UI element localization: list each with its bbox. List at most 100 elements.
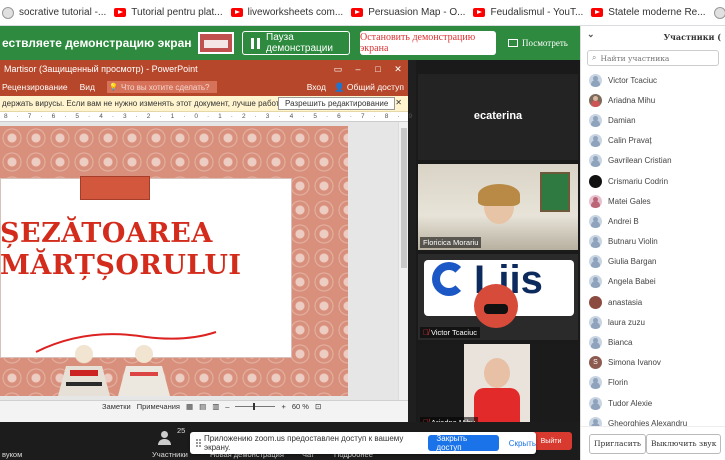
ruler-tick: · — [183, 113, 186, 120]
pause-share-button[interactable]: Пауза демонстрации — [242, 31, 350, 55]
share-thumbnail[interactable] — [198, 32, 234, 54]
fit-slide-icon[interactable]: ⊡ — [315, 402, 321, 411]
zoom-level[interactable]: 60 % — [292, 402, 309, 411]
tell-me-input[interactable]: Что вы хотите сделать? — [107, 81, 218, 93]
video-tile[interactable]: Floricica Morariu — [418, 164, 578, 250]
ruler-tick: · — [373, 113, 376, 120]
youtube-icon — [230, 8, 243, 17]
participant-name: Calin Pravaț — [608, 136, 652, 146]
participant-item[interactable]: Damian — [581, 110, 725, 130]
participant-name: Andrei B — [608, 216, 639, 226]
participant-item[interactable]: Ariadna Mihu — [581, 90, 725, 110]
maximize-icon[interactable]: □ — [368, 60, 388, 78]
restore-icon[interactable]: ▭ — [328, 60, 348, 78]
reading-view-icon[interactable]: ▥ — [212, 402, 219, 411]
sorter-view-icon[interactable]: ▤ — [199, 402, 206, 411]
ruler-tick: · — [278, 113, 281, 120]
participant-name: Victor Tcaciuc — [608, 75, 658, 85]
share-button[interactable]: 👤 Общий доступ — [334, 82, 404, 93]
bookmark-item[interactable]: socrative tutorial -... — [2, 6, 107, 19]
liis-logo-icon — [432, 262, 466, 296]
normal-view-icon[interactable]: ▦ — [186, 402, 193, 411]
signin-link[interactable]: Вход — [307, 82, 326, 92]
slide[interactable]: ȘEZĂTOAREA MĂRȚȘORULUI — [0, 126, 348, 396]
screen-share-notification: Приложению zoom.us предоставлен доступ к… — [190, 432, 536, 454]
participant-item[interactable]: Giulia Bargan — [581, 252, 725, 272]
notification-text: Приложению zoom.us предоставлен доступ к… — [204, 434, 404, 452]
video-tile[interactable]: 🎙̸Ariadna Mihu — [418, 344, 578, 430]
bookmark-item[interactable]: liveworksheets com... — [230, 7, 343, 18]
enable-editing-button[interactable]: Разрешить редактирование — [278, 97, 396, 110]
participants-button[interactable]: Участники — [152, 450, 188, 459]
tab-review[interactable]: Рецензирование — [2, 82, 68, 92]
zoom-slider[interactable] — [235, 403, 276, 410]
participant-item[interactable]: Victor Tcaciuc — [581, 70, 725, 90]
bookmark-item[interactable]: Persuasion Map - O... — [351, 7, 465, 18]
participant-item[interactable]: Matei Gales — [581, 191, 725, 211]
participant-name: Victor Tcaciuc — [431, 328, 477, 337]
bookmark-label: socrative tutorial -... — [19, 7, 107, 18]
ruler-tick: 1 — [170, 113, 175, 120]
search-input[interactable] — [600, 53, 711, 63]
zoom-out-icon[interactable]: – — [225, 402, 229, 411]
participant-item[interactable]: Crismariu Codrin — [581, 171, 725, 191]
mute-all-button[interactable]: Выключить звук — [645, 433, 722, 454]
chevron-down-icon[interactable]: ⌄ — [587, 30, 595, 40]
invite-button[interactable]: Пригласить — [589, 433, 646, 454]
participant-item[interactable]: S Simona Ivanov — [581, 353, 725, 373]
participant-item[interactable]: anastasia — [581, 292, 725, 312]
participant-name: Butnaru Violin — [608, 237, 658, 247]
bookmark-label: Tutorial pentru plat... — [131, 7, 223, 18]
close-icon[interactable]: ✕ — [388, 60, 408, 78]
participant-item[interactable]: Tudor Alexie — [581, 393, 725, 413]
ribbon-tabs: Рецензирование Вид Что вы хотите сделать… — [0, 78, 408, 96]
stop-sharing-button[interactable]: Закрыть доступ — [428, 434, 499, 452]
participant-name: Crismariu Codrin — [608, 176, 669, 186]
bookmark-item[interactable]: Tutorial pentru plat... — [114, 7, 223, 18]
ruler-tick: · — [64, 113, 67, 120]
view-button[interactable]: Посмотреть — [508, 38, 568, 48]
video-tile[interactable]: Liis 🎙̸ Victor Tcaciuc — [418, 254, 578, 340]
participants-title: Участники ( — [663, 32, 721, 42]
ppt-statusbar: Заметки Примечания ▦ ▤ ▥ – + 60 % ⊡ — [0, 400, 408, 412]
audio-label-fragment[interactable]: вуком — [2, 450, 22, 459]
comments-button[interactable]: Примечания — [137, 402, 180, 411]
participants-icon[interactable] — [158, 431, 172, 445]
share-toolbar: ествляете демонстрацию экрана Пауза демо… — [0, 26, 580, 60]
participant-item[interactable]: Angela Babei — [581, 272, 725, 292]
scroll-thumb[interactable] — [401, 128, 407, 268]
ruler-tick: · — [254, 113, 257, 120]
participant-list: Victor Tcaciuc Ariadna Mihu Damian Calin Pr… — [581, 70, 725, 433]
leave-button[interactable]: Выйти — [530, 432, 572, 450]
bookmark-item[interactable]: Statele moderne Re... — [591, 7, 706, 18]
vertical-scrollbar[interactable] — [398, 122, 408, 400]
participant-search[interactable]: ⌕ — [587, 50, 719, 66]
zoom-in-icon[interactable]: + — [281, 402, 285, 411]
participant-name: Ariadna Mihu — [608, 95, 656, 105]
participant-name: Florin — [608, 378, 629, 388]
participant-item[interactable]: Gavrilean Cristian — [581, 151, 725, 171]
slide-accent-tab — [80, 176, 150, 200]
participants-footer: Пригласить Выключить звук — [581, 426, 725, 460]
tab-view[interactable]: Вид — [80, 82, 95, 92]
hide-button[interactable]: Скрыть — [509, 439, 536, 448]
participant-name: Angela Babei — [608, 277, 656, 287]
participant-item[interactable]: Florin — [581, 373, 725, 393]
participant-item[interactable]: laura zuzu — [581, 312, 725, 332]
drag-handle-icon[interactable] — [196, 439, 198, 447]
stop-share-button[interactable]: Остановить демонстрацию экрана — [360, 31, 496, 55]
participant-item[interactable]: Bianca — [581, 332, 725, 352]
participant-item[interactable]: Calin Pravaț — [581, 131, 725, 151]
video-tile[interactable]: ecaterina — [418, 74, 578, 160]
ruler-tick: · — [302, 113, 305, 120]
screen: socrative tutorial -... Tutorial pentru p… — [0, 0, 725, 460]
notes-button[interactable]: Заметки — [102, 402, 131, 411]
close-icon[interactable]: ✕ — [395, 98, 402, 107]
minimize-icon[interactable]: – — [348, 60, 368, 78]
bookmark-item[interactable]: Feudalismul - YouT... — [473, 7, 583, 18]
avatar — [589, 336, 602, 350]
bookmarks-bar: socrative tutorial -... Tutorial pentru p… — [0, 0, 725, 26]
bookmark-item[interactable]: Regimul fanariot în... — [713, 6, 725, 19]
participant-item[interactable]: Butnaru Violin — [581, 232, 725, 252]
participant-item[interactable]: Andrei B — [581, 211, 725, 231]
